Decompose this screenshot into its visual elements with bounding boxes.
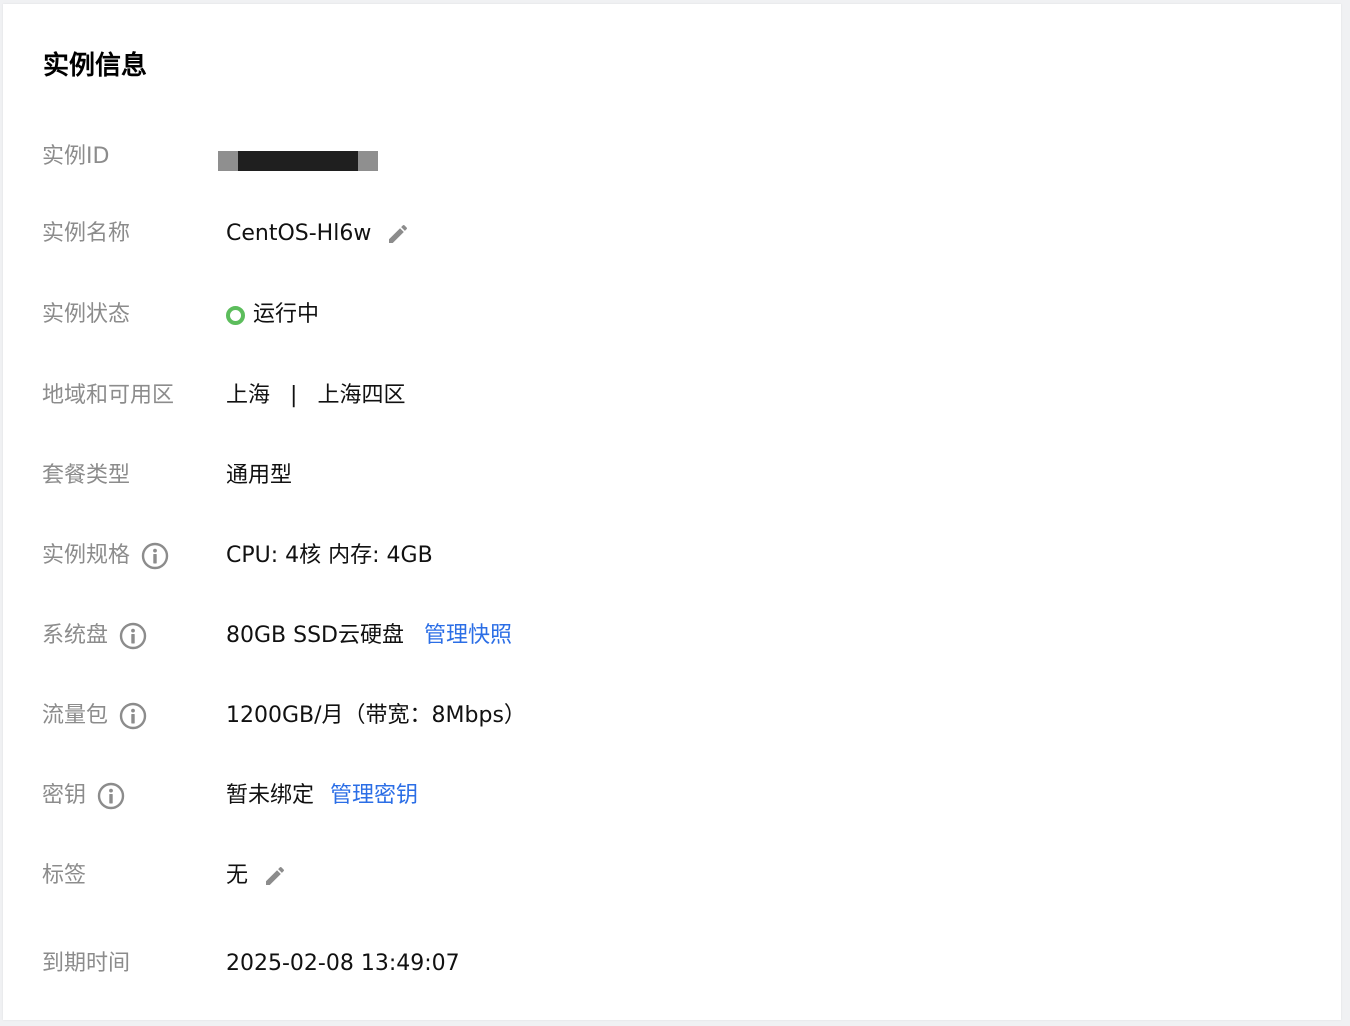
value-traffic-package: 1200GB/月（带宽：8Mbps） [226,703,526,728]
label-instance-status: 实例状态 [42,302,131,327]
info-circle-icon[interactable] [118,621,148,651]
value-system-disk: 80GB SSD云硬盘 管理快照 [226,616,512,656]
row-instance-id: 实例ID [3,137,1341,177]
instance-info-card: 实例信息 实例ID 实例名称 CentOS-Hl6w 实例状态 运行中 地域和可… [3,4,1341,1020]
key-status-text: 暂未绑定 [226,783,315,808]
info-circle-icon[interactable] [118,701,148,731]
row-instance-status: 实例状态 运行中 [3,295,1341,335]
label-system-disk-text: 系统盘 [42,623,109,648]
label-key-text: 密钥 [42,783,87,808]
value-instance-spec: CPU: 4核 内存: 4GB [226,543,433,568]
value-key: 暂未绑定 管理密钥 [226,776,418,816]
row-traffic-package: 流量包 1200GB/月（带宽：8Mbps） [3,696,1341,736]
redacted-id-block [218,151,378,171]
label-tags: 标签 [42,863,87,888]
manage-snapshot-link[interactable]: 管理快照 [424,616,512,656]
edit-tags-pencil-icon[interactable] [262,863,288,889]
info-circle-icon[interactable] [96,781,126,811]
edit-name-pencil-icon[interactable] [385,221,411,247]
redacted-id-inner [238,151,358,171]
info-circle-icon[interactable] [140,541,170,571]
value-region: 上海 | 上海四区 [226,376,405,416]
manage-key-link[interactable]: 管理密钥 [330,776,418,816]
label-region: 地域和可用区 [42,383,175,408]
label-traffic-package-text: 流量包 [42,703,109,728]
label-expire-time: 到期时间 [42,951,131,976]
label-instance-name: 实例名称 [42,221,131,246]
row-tags: 标签 无 [3,856,1341,896]
label-traffic-package: 流量包 [42,696,148,736]
row-region: 地域和可用区 上海 | 上海四区 [3,376,1341,416]
value-expire-time: 2025-02-08 13:49:07 [226,951,460,976]
label-key: 密钥 [42,776,126,816]
value-package-type: 通用型 [226,463,293,488]
region-separator: | [290,383,298,408]
label-instance-spec-text: 实例规格 [42,543,131,568]
value-instance-name: CentOS-Hl6w [226,214,411,254]
label-system-disk: 系统盘 [42,616,148,656]
row-instance-name: 实例名称 CentOS-Hl6w [3,214,1341,254]
instance-name-text: CentOS-Hl6w [226,221,372,246]
value-instance-status: 运行中 [226,295,319,335]
region-text: 上海 [226,383,271,408]
row-key: 密钥 暂未绑定 管理密钥 [3,776,1341,816]
row-system-disk: 系统盘 80GB SSD云硬盘 管理快照 [3,616,1341,656]
status-text: 运行中 [253,302,320,327]
label-instance-id: 实例ID [42,144,110,169]
system-disk-text: 80GB SSD云硬盘 [226,623,404,648]
row-expire-time: 到期时间 2025-02-08 13:49:07 [3,944,1341,984]
status-ring-icon [226,305,245,325]
row-package-type: 套餐类型 通用型 [3,456,1341,496]
label-package-type: 套餐类型 [42,463,131,488]
tags-text: 无 [226,863,249,888]
label-instance-spec: 实例规格 [42,536,170,576]
value-instance-id [218,137,378,177]
row-instance-spec: 实例规格 CPU: 4核 内存: 4GB [3,536,1341,576]
page-title: 实例信息 [43,51,148,81]
zone-text: 上海四区 [317,383,406,408]
value-tags: 无 [226,856,288,896]
